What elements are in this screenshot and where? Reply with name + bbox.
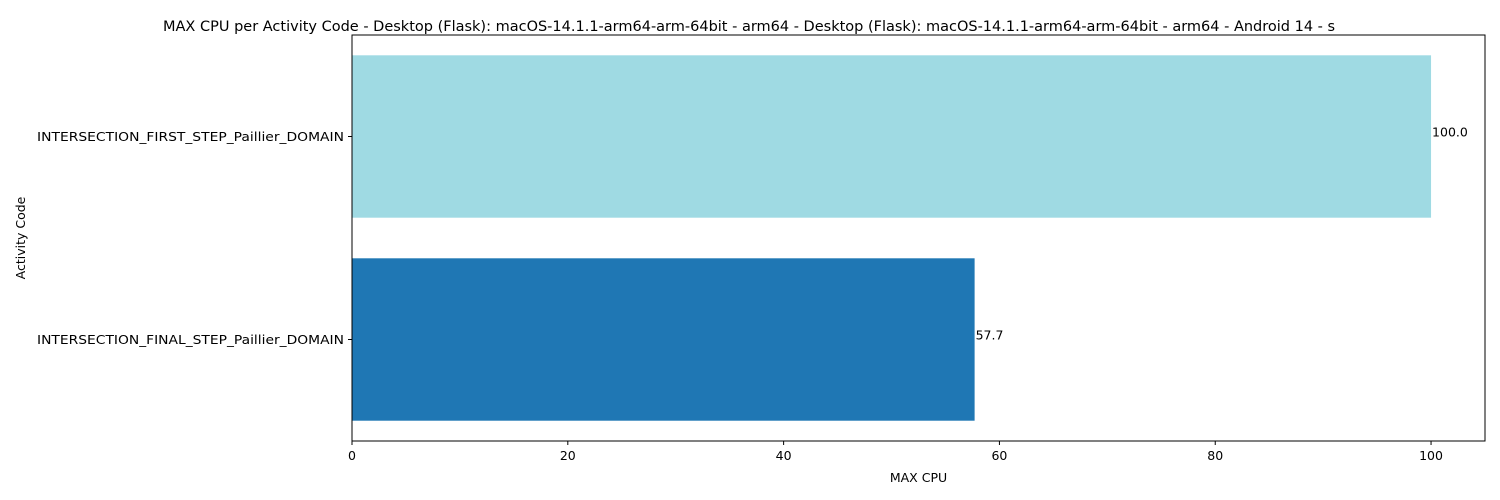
x-tick-label: 0 xyxy=(348,448,356,463)
chart: MAX CPU per Activity Code - Desktop (Fla… xyxy=(13,19,1486,485)
plot-area: 100.0 57.7 xyxy=(352,55,1468,421)
bar xyxy=(352,258,975,421)
y-axis-ticks: INTERSECTION_FIRST_STEP_Paillier_DOMAIN I… xyxy=(37,129,352,347)
x-axis-ticks: 0 20 40 60 80 100 xyxy=(348,441,1443,463)
y-axis-label: Activity Code xyxy=(13,196,28,279)
bar-value-label: 57.7 xyxy=(976,328,1004,343)
x-tick-label: 100 xyxy=(1419,448,1443,463)
x-tick-label: 80 xyxy=(1207,448,1223,463)
chart-title: MAX CPU per Activity Code - Desktop (Fla… xyxy=(163,19,1335,35)
x-tick-label: 40 xyxy=(776,448,792,463)
bar xyxy=(352,55,1432,218)
y-tick-label: INTERSECTION_FIRST_STEP_Paillier_DOMAIN xyxy=(37,129,344,144)
x-axis-label: MAX CPU xyxy=(890,470,947,485)
x-tick-label: 60 xyxy=(991,448,1007,463)
x-tick-label: 20 xyxy=(560,448,576,463)
bar-value-label: 100.0 xyxy=(1432,125,1468,140)
y-tick-label: INTERSECTION_FINAL_STEP_Paillier_DOMAIN xyxy=(37,332,344,347)
